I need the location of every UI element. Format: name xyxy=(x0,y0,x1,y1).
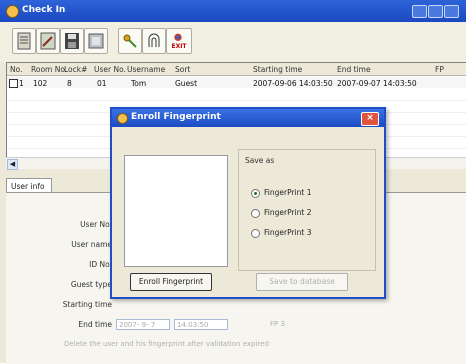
end-time-field[interactable]: 14:03:50 xyxy=(174,319,228,330)
end-date-field[interactable]: 2007- 9- 7 xyxy=(116,319,170,330)
card-icon[interactable] xyxy=(84,28,108,54)
save-as-label: Save as xyxy=(245,156,275,165)
cell-end: 2007-09-07 14:03:50 xyxy=(337,79,417,88)
col-user-no[interactable]: User No. xyxy=(94,65,126,74)
dialog-close-icon[interactable]: × xyxy=(361,112,379,126)
radio-fingerprint-2[interactable]: FingerPrint 2 xyxy=(251,208,311,218)
fingerprint-icon[interactable] xyxy=(142,28,166,54)
cell-username: Tom xyxy=(131,79,147,88)
cell-start: 2007-09-06 14:03:50 xyxy=(253,79,333,88)
cell-lock: 8 xyxy=(67,79,72,88)
close-window-button[interactable] xyxy=(444,5,459,18)
col-lock[interactable]: Lock# xyxy=(64,65,87,74)
enroll-fingerprint-button[interactable]: Enroll Fingerprint xyxy=(130,273,212,291)
minimize-button[interactable] xyxy=(412,5,427,18)
fingerprint-preview xyxy=(124,155,228,267)
row-checkbox[interactable] xyxy=(9,79,18,88)
starting-time-label: Starting time xyxy=(62,300,112,309)
table-header: No. Room No. Lock# User No. Username Sor… xyxy=(7,63,466,76)
enroll-fingerprint-dialog: Enroll Fingerprint × Save as FingerPrint… xyxy=(110,107,386,299)
save-icon[interactable] xyxy=(60,28,84,54)
radio-icon xyxy=(251,208,260,218)
title-bar: Check In xyxy=(0,0,466,22)
check-in-window: Check In EXIT No. Room No. Lock# User No… xyxy=(0,0,466,364)
radio-icon xyxy=(251,228,260,238)
tab-user-info[interactable]: User info xyxy=(6,178,52,192)
guest-type-label: Guest type xyxy=(70,280,112,289)
cell-sort: Guest xyxy=(175,79,198,88)
col-no[interactable]: No. xyxy=(10,65,22,74)
grid-line xyxy=(7,100,466,101)
dialog-title: Enroll Fingerprint xyxy=(131,112,221,122)
save-to-database-button[interactable]: Save to database xyxy=(256,273,348,291)
radio-label: FingerPrint 1 xyxy=(264,188,312,197)
dialog-app-icon xyxy=(117,113,128,124)
toolbar: EXIT xyxy=(0,22,466,62)
delete-after-expiry-checkbox[interactable]: Delete the user and his fingerprint afte… xyxy=(64,340,269,348)
user-name-label: User name xyxy=(71,240,112,249)
col-starting-time[interactable]: Starting time xyxy=(253,65,302,74)
fp3-checkbox[interactable]: FP 3 xyxy=(270,320,285,328)
cell-no: 1 xyxy=(19,79,24,88)
scroll-left-icon[interactable]: ◀ xyxy=(7,159,18,170)
col-end-time[interactable]: End time xyxy=(337,65,371,74)
radio-fingerprint-1[interactable]: FingerPrint 1 xyxy=(251,188,311,198)
cell-user-no: 01 xyxy=(97,79,107,88)
edit-icon[interactable] xyxy=(36,28,60,54)
id-no-label: ID No. xyxy=(89,260,112,269)
radio-label: FingerPrint 3 xyxy=(264,228,312,237)
col-sort[interactable]: Sort xyxy=(175,65,190,74)
col-fp[interactable]: FP xyxy=(435,65,444,74)
radio-selected-icon xyxy=(251,188,260,198)
col-room-no[interactable]: Room No. xyxy=(31,65,67,74)
radio-fingerprint-3[interactable]: FingerPrint 3 xyxy=(251,228,311,238)
end-time-label: End time xyxy=(78,320,112,329)
cell-room: 102 xyxy=(33,79,48,88)
exit-button[interactable]: EXIT xyxy=(166,28,192,54)
save-as-group: Save as FingerPrint 1 FingerPrint 2 Fing… xyxy=(238,149,376,271)
dialog-title-bar: Enroll Fingerprint × xyxy=(112,109,384,127)
radio-label: FingerPrint 2 xyxy=(264,208,312,217)
exit-label: EXIT xyxy=(171,43,187,50)
maximize-button[interactable] xyxy=(428,5,443,18)
window-title: Check In xyxy=(22,5,66,15)
document-icon[interactable] xyxy=(12,28,36,54)
key-icon[interactable] xyxy=(118,28,142,54)
col-username[interactable]: Username xyxy=(127,65,165,74)
user-no-label: User No. xyxy=(80,220,112,229)
app-icon xyxy=(6,5,19,18)
